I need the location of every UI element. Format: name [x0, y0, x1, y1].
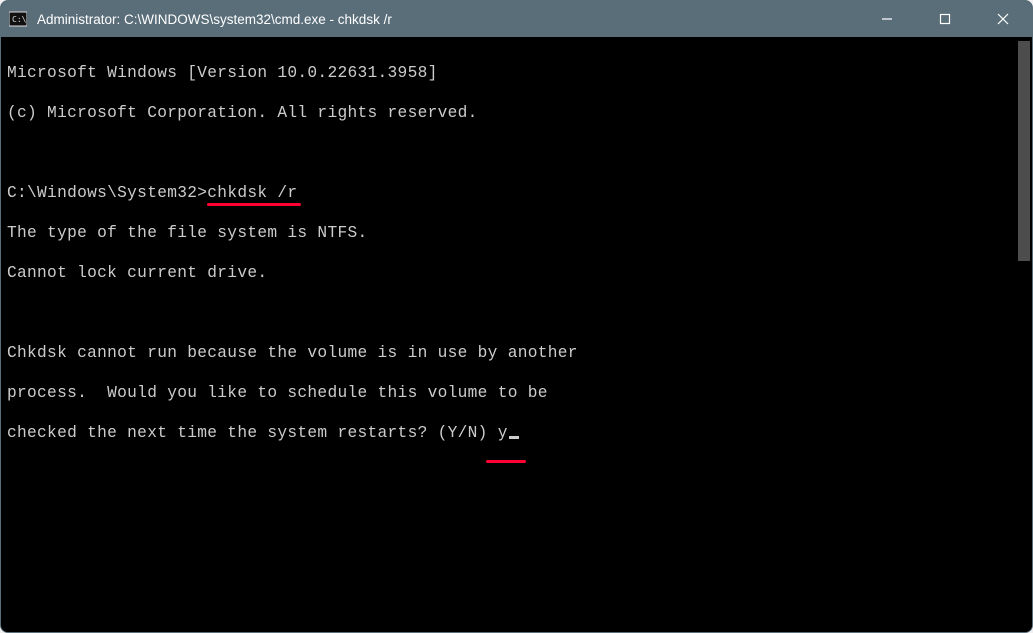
output-line: Cannot lock current drive.: [7, 263, 1016, 283]
prompt-path: C:\Windows\System32>: [7, 184, 207, 202]
close-icon: [997, 13, 1009, 25]
maximize-icon: [939, 13, 951, 25]
terminal-output[interactable]: Microsoft Windows [Version 10.0.22631.39…: [1, 37, 1016, 632]
output-line: (c) Microsoft Corporation. All rights re…: [7, 103, 1016, 123]
maximize-button[interactable]: [916, 1, 974, 37]
cursor-icon: [509, 436, 519, 439]
prompt-line: C:\Windows\System32>chkdsk /r: [7, 183, 1016, 203]
vertical-scrollbar[interactable]: [1016, 37, 1032, 632]
minimize-icon: [881, 13, 893, 25]
window-controls: [858, 1, 1032, 37]
cmd-app-icon: C:\: [9, 10, 27, 28]
user-answer: y: [498, 424, 508, 442]
cmd-window: C:\ Administrator: C:\WINDOWS\system32\c…: [0, 0, 1033, 633]
scrollbar-thumb[interactable]: [1018, 41, 1030, 261]
svg-text:C:\: C:\: [12, 15, 27, 24]
output-line: process. Would you like to schedule this…: [7, 383, 1016, 403]
output-blank: [7, 143, 1016, 163]
terminal-area[interactable]: Microsoft Windows [Version 10.0.22631.39…: [1, 37, 1032, 632]
output-line: Microsoft Windows [Version 10.0.22631.39…: [7, 63, 1016, 83]
annotation-underline-icon: [486, 460, 526, 463]
minimize-button[interactable]: [858, 1, 916, 37]
annotation-underline-icon: [207, 203, 301, 206]
command-text: chkdsk /r: [207, 184, 297, 202]
titlebar[interactable]: C:\ Administrator: C:\WINDOWS\system32\c…: [1, 1, 1032, 37]
output-line-with-input: checked the next time the system restart…: [7, 423, 1016, 443]
close-button[interactable]: [974, 1, 1032, 37]
output-line: The type of the file system is NTFS.: [7, 223, 1016, 243]
output-text: checked the next time the system restart…: [7, 424, 498, 442]
window-title: Administrator: C:\WINDOWS\system32\cmd.e…: [37, 12, 858, 27]
output-line: Chkdsk cannot run because the volume is …: [7, 343, 1016, 363]
output-blank: [7, 303, 1016, 323]
